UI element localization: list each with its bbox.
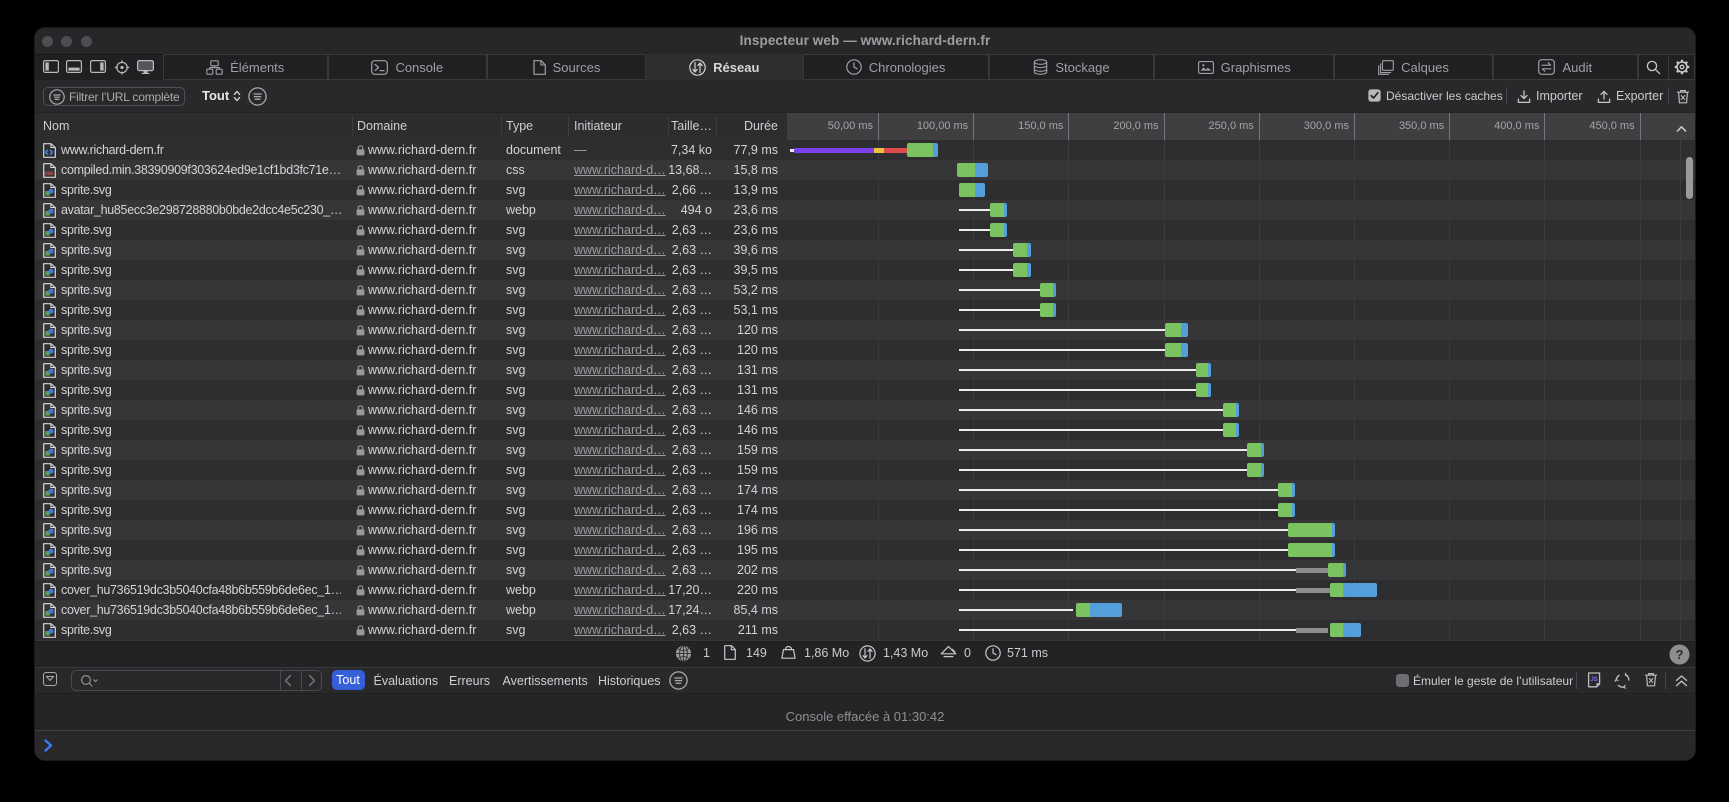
svg-text:?: ? (1676, 647, 1684, 662)
svg-text:JS: JS (1590, 676, 1598, 683)
svg-text:css: css (44, 170, 54, 176)
